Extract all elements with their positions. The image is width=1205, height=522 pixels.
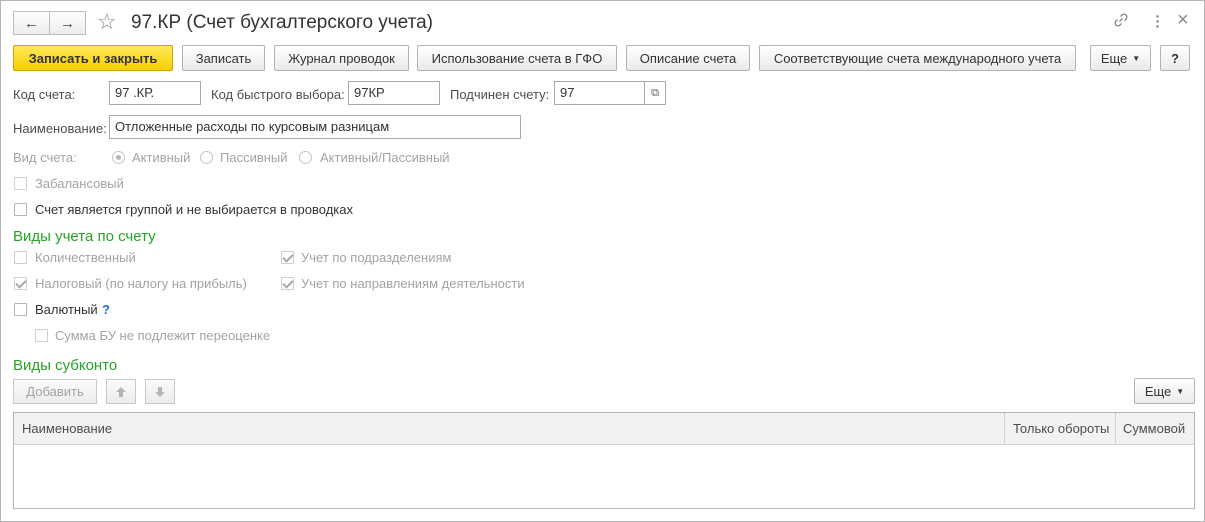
more-button[interactable]: Еще ▼: [1090, 45, 1151, 71]
help-label: ?: [1171, 50, 1179, 66]
open-window-icon: ⧉: [651, 86, 659, 99]
save-and-close-label: Записать и закрыть: [28, 50, 158, 66]
account-form-window: ← → ☆ 97.КР (Счет бухгалтерского учета) …: [0, 0, 1205, 522]
add-subconto-button[interactable]: Добавить: [13, 379, 97, 404]
arrow-up-icon: [116, 386, 126, 397]
currency-label: Валютный: [35, 302, 98, 317]
forward-button[interactable]: →: [49, 11, 86, 35]
name-label: Наименование:: [13, 121, 107, 136]
radio-active[interactable]: [112, 151, 125, 164]
column-divider: [1004, 413, 1005, 445]
intl-accounts-label: Соответствующие счета международного уче…: [773, 50, 1062, 66]
radio-active-passive[interactable]: [299, 151, 312, 164]
caret-down-icon: ▼: [1176, 386, 1185, 396]
column-divider: [1115, 413, 1116, 445]
subconto-table[interactable]: Наименование Только обороты Суммовой: [13, 412, 1195, 509]
by-activity-label: Учет по направлениям деятельности: [301, 276, 525, 291]
parent-account-input[interactable]: 97: [554, 81, 645, 105]
close-icon[interactable]: ×: [1177, 10, 1189, 30]
help-button[interactable]: ?: [1160, 45, 1190, 71]
group-label: Счет является группой и не выбирается в …: [35, 202, 353, 217]
account-type-label: Вид счета:: [13, 150, 77, 165]
account-code-label: Код счета:: [13, 87, 76, 102]
subconto-more-button[interactable]: Еще ▼: [1134, 378, 1195, 404]
parent-account-label: Подчинен счету:: [450, 87, 550, 102]
quantitative-checkbox[interactable]: [14, 251, 27, 264]
accounting-types-title: Виды учета по счету: [13, 228, 156, 245]
quick-code-label: Код быстрого выбора:: [211, 87, 345, 102]
offbalance-checkbox[interactable]: [14, 177, 27, 190]
column-name[interactable]: Наименование: [22, 413, 112, 445]
save-button[interactable]: Записать: [182, 45, 265, 71]
save-and-close-button[interactable]: Записать и закрыть: [13, 45, 173, 71]
link-icon-svg: [1114, 13, 1128, 27]
column-turnover-only[interactable]: Только обороты: [1013, 413, 1109, 445]
quick-code-input[interactable]: 97КР: [348, 81, 440, 105]
radio-passive-label: Пассивный: [220, 150, 288, 165]
by-activity-checkbox[interactable]: [281, 277, 294, 290]
subconto-more-label: Еще: [1144, 383, 1172, 399]
gfo-usage-button[interactable]: Использование счета в ГФО: [417, 45, 617, 71]
back-button[interactable]: ←: [13, 11, 50, 35]
link-icon[interactable]: [1113, 12, 1129, 34]
more-vertical-icon[interactable]: ⋮: [1150, 12, 1165, 32]
group-checkbox[interactable]: [14, 203, 27, 216]
page-title: 97.КР (Счет бухгалтерского учета): [131, 12, 434, 33]
account-description-button[interactable]: Описание счета: [626, 45, 750, 71]
quantitative-label: Количественный: [35, 250, 136, 265]
tax-label: Налоговый (по налогу на прибыль): [35, 276, 247, 291]
radio-active-label: Активный: [132, 150, 191, 165]
no-revaluation-checkbox[interactable]: [35, 329, 48, 342]
intl-accounts-button[interactable]: Соответствующие счета международного уче…: [759, 45, 1076, 71]
star-icon[interactable]: ☆: [97, 10, 117, 34]
open-parent-button[interactable]: ⧉: [645, 81, 666, 105]
by-division-checkbox[interactable]: [281, 251, 294, 264]
more-label: Еще: [1100, 50, 1128, 66]
arrow-right-icon: →: [60, 14, 75, 32]
save-label: Записать: [195, 50, 252, 66]
add-subconto-label: Добавить: [26, 384, 84, 399]
column-sum[interactable]: Суммовой: [1123, 413, 1185, 445]
account-code-input[interactable]: 97 .КР.: [109, 81, 201, 105]
no-revaluation-label: Сумма БУ не подлежит переоценке: [55, 328, 271, 343]
journal-label: Журнал проводок: [288, 50, 395, 66]
tax-checkbox[interactable]: [14, 277, 27, 290]
arrow-down-icon: [155, 386, 165, 397]
gfo-usage-label: Использование счета в ГФО: [431, 50, 603, 66]
radio-active-passive-label: Активный/Пассивный: [320, 150, 450, 165]
subconto-title: Виды субконто: [13, 357, 118, 374]
radio-passive[interactable]: [200, 151, 213, 164]
arrow-left-icon: ←: [24, 14, 39, 32]
by-division-label: Учет по подразделениям: [301, 250, 452, 265]
name-input[interactable]: Отложенные расходы по курсовым разницам: [109, 115, 521, 139]
currency-help-icon[interactable]: ?: [102, 302, 110, 318]
offbalance-label: Забалансовый: [35, 176, 124, 191]
account-description-label: Описание счета: [639, 50, 737, 66]
journal-button[interactable]: Журнал проводок: [274, 45, 409, 71]
currency-checkbox[interactable]: [14, 303, 27, 316]
move-up-button[interactable]: [106, 379, 136, 404]
caret-down-icon: ▼: [1132, 53, 1141, 63]
table-header: Наименование Только обороты Суммовой: [14, 413, 1194, 445]
move-down-button[interactable]: [145, 379, 175, 404]
